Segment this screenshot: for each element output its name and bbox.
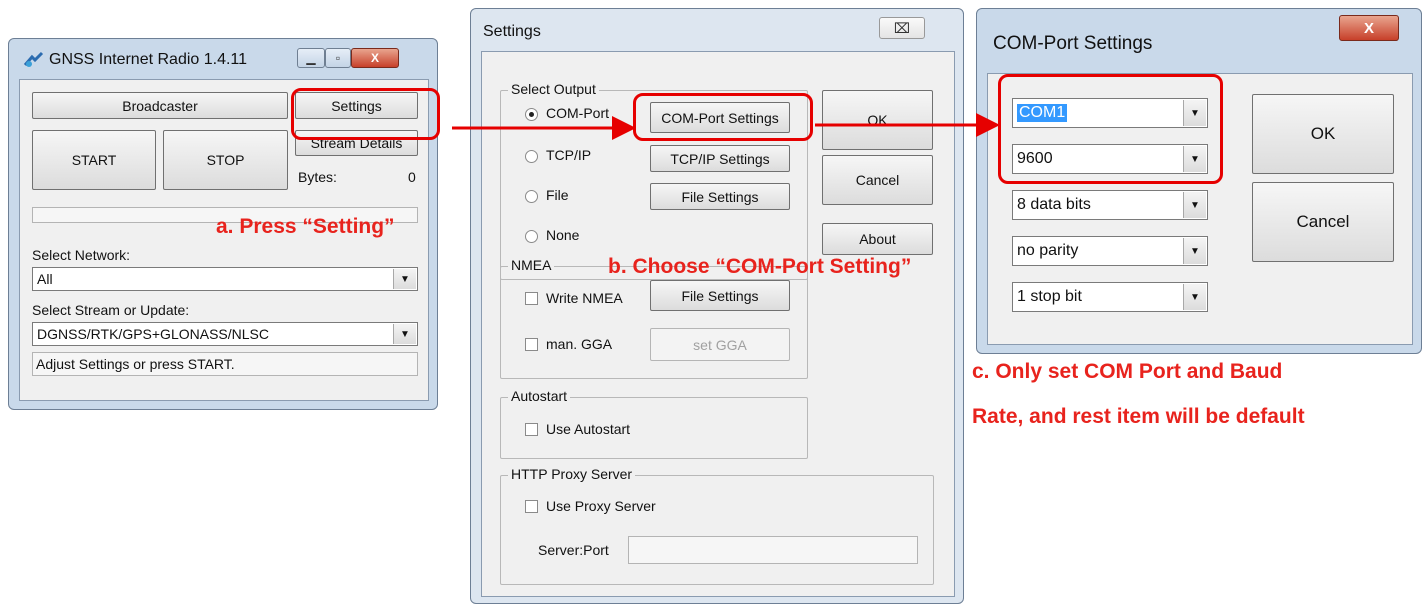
step-c-note-line1: c. Only set COM Port and Baud: [972, 360, 1283, 383]
step-c-note-line2: Rate, and rest item will be default: [972, 405, 1305, 428]
annotation-arrows: [452, 113, 1000, 140]
step-b-note: b. Choose “COM-Port Setting”: [608, 255, 912, 278]
step-a-note: a. Press “Setting”: [216, 215, 395, 238]
